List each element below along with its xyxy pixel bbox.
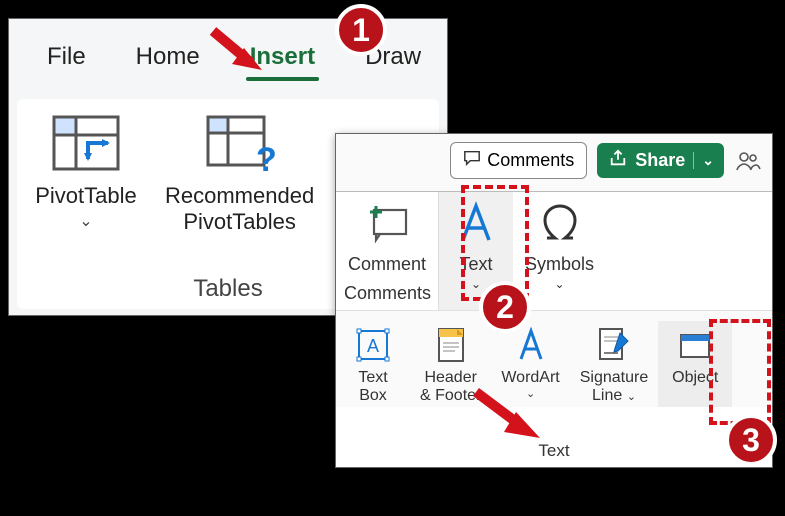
chevron-down-icon: ⌄ bbox=[627, 391, 636, 403]
share-icon bbox=[609, 149, 627, 172]
comment-button[interactable]: Comment bbox=[336, 192, 438, 279]
object-icon bbox=[675, 325, 715, 365]
top-right-bar: Comments Share ⌄ bbox=[336, 134, 772, 192]
text-box-line2: Box bbox=[359, 387, 387, 405]
callout-number-3: 3 bbox=[725, 414, 777, 466]
object-label: Object bbox=[672, 369, 718, 387]
text-label: Text bbox=[460, 254, 493, 275]
symbols-label: Symbols bbox=[525, 254, 594, 275]
text-box-button[interactable]: A Text Box bbox=[336, 321, 410, 407]
pivot-table-button[interactable]: PivotTable ⌄ bbox=[21, 113, 151, 235]
svg-text:A: A bbox=[367, 336, 379, 356]
recommended-pivot-tables-icon: ? bbox=[204, 113, 276, 173]
tab-file[interactable]: File bbox=[47, 43, 86, 71]
mid-row: Comment Comments Text ⌄ Symbols ⌄ bbox=[336, 192, 772, 310]
omega-icon bbox=[535, 198, 585, 248]
new-comment-icon bbox=[362, 198, 412, 248]
text-box-line1: Text bbox=[358, 369, 387, 387]
signature-line-icon bbox=[594, 325, 634, 365]
wordart-icon bbox=[511, 325, 551, 365]
text-group-row: A Text Box Header & Footer WordArt ⌄ Sig… bbox=[336, 310, 772, 407]
arrow-2-icon bbox=[470, 386, 550, 451]
wordart-label: WordArt bbox=[501, 369, 559, 387]
recommended-pivot-line1: Recommended bbox=[165, 183, 314, 209]
chevron-down-icon[interactable]: ⌄ bbox=[693, 152, 714, 169]
text-box-icon: A bbox=[353, 325, 393, 365]
header-footer-icon bbox=[431, 325, 471, 365]
share-button[interactable]: Share ⌄ bbox=[597, 143, 724, 178]
ribbon-panel-right: Comments Share ⌄ Comment Comments bbox=[335, 133, 773, 468]
pivot-table-icon bbox=[50, 113, 122, 173]
share-button-label: Share bbox=[635, 150, 685, 171]
comments-group-label: Comments bbox=[336, 279, 438, 310]
comments-button[interactable]: Comments bbox=[450, 142, 587, 179]
comment-label: Comment bbox=[348, 254, 426, 275]
comments-button-label: Comments bbox=[487, 150, 574, 171]
recommended-pivot-tables-button[interactable]: ? Recommended PivotTables bbox=[165, 113, 314, 235]
pivot-table-label: PivotTable bbox=[35, 183, 137, 209]
recommended-pivot-line2: PivotTables bbox=[183, 209, 296, 235]
svg-text:?: ? bbox=[256, 141, 276, 173]
callout-number-1: 1 bbox=[335, 4, 387, 56]
people-icon[interactable] bbox=[734, 147, 762, 175]
header-footer-line1: Header bbox=[424, 369, 476, 387]
signature-line-line2: Line bbox=[592, 387, 622, 404]
chevron-down-icon: ⌄ bbox=[79, 211, 92, 231]
arrow-1-icon bbox=[208, 26, 268, 81]
object-button[interactable]: Object bbox=[658, 321, 732, 407]
signature-line-line1: Signature bbox=[580, 369, 649, 387]
text-group-label: Text bbox=[336, 441, 772, 461]
signature-line-button[interactable]: Signature Line ⌄ bbox=[570, 321, 659, 407]
text-a-icon bbox=[451, 198, 501, 248]
speech-bubble-icon bbox=[463, 149, 481, 172]
chevron-down-icon: ⌄ bbox=[555, 277, 565, 291]
chevron-down-icon: ⌄ bbox=[471, 277, 481, 291]
tab-home[interactable]: Home bbox=[136, 43, 200, 71]
callout-number-2: 2 bbox=[479, 281, 531, 333]
